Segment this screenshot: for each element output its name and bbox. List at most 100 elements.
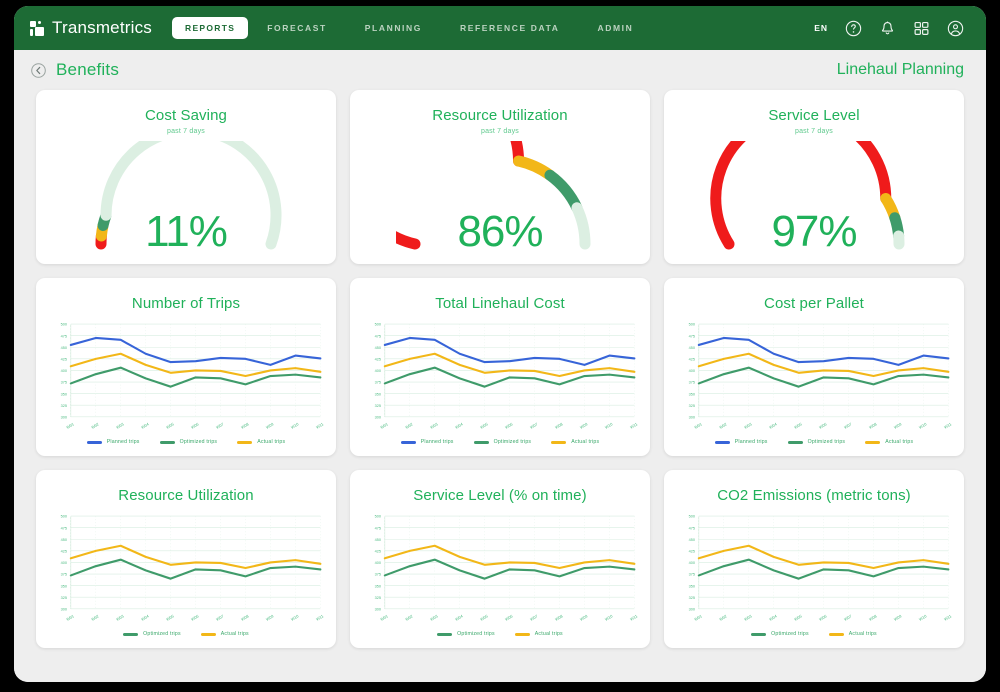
- user-account-icon[interactable]: [947, 20, 964, 37]
- legend-item[interactable]: Optimized trips: [159, 439, 218, 445]
- y-axis-tick: 450: [689, 537, 696, 542]
- x-axis-tick: W02: [404, 613, 413, 622]
- y-axis-tick: 475: [375, 333, 382, 338]
- x-axis-tick: W09: [579, 421, 588, 430]
- x-axis-tick: W06: [818, 421, 828, 430]
- nav-link-planning[interactable]: PLANNING: [346, 17, 441, 39]
- gauge-card: Service Level past 7 days 97%: [664, 90, 964, 264]
- legend-label: Optimized trips: [179, 439, 218, 445]
- legend-item[interactable]: Optimized trips: [123, 631, 181, 637]
- y-axis-tick: 425: [61, 548, 68, 553]
- legend-item[interactable]: Optimized trips: [437, 631, 495, 637]
- legend-swatch: [551, 440, 567, 444]
- gauge: 97%: [710, 141, 918, 256]
- nav-link-forecast[interactable]: FORECAST: [248, 17, 346, 39]
- x-axis-tick: W01: [693, 613, 702, 622]
- page-header: Benefits Linehaul Planning: [14, 50, 986, 90]
- legend-label: Planned trips: [734, 439, 768, 445]
- legend-swatch: [865, 440, 881, 444]
- x-axis-tick: W03: [115, 421, 125, 430]
- legend-item[interactable]: Actual trips: [828, 631, 877, 637]
- legend-item[interactable]: Actual trips: [200, 631, 249, 637]
- y-axis-tick: 375: [375, 380, 382, 385]
- nav-link-admin[interactable]: ADMIN: [579, 17, 653, 39]
- x-axis-tick: W02: [718, 613, 727, 622]
- card-subtitle: past 7 days: [481, 128, 519, 135]
- apps-grid-icon[interactable]: [913, 20, 930, 37]
- legend-item[interactable]: Optimized trips: [751, 631, 809, 637]
- legend-item[interactable]: Actual trips: [237, 439, 285, 445]
- line-chart: 300 325 350 375 400 425 450 475 500 W01 W02 W03 W04 W…: [664, 504, 964, 629]
- x-axis-tick: W04: [768, 613, 778, 622]
- legend-item[interactable]: Planned trips: [86, 439, 140, 445]
- legend-label: Optimized trips: [143, 631, 181, 637]
- y-axis-tick: 300: [61, 414, 68, 419]
- legend-item[interactable]: Actual trips: [865, 439, 913, 445]
- y-axis-tick: 325: [61, 595, 68, 600]
- legend-item[interactable]: Actual trips: [514, 631, 563, 637]
- legend-item[interactable]: Optimized trips: [473, 439, 532, 445]
- legend-swatch: [751, 632, 767, 636]
- x-axis-tick: W11: [943, 421, 952, 429]
- y-axis-tick: 300: [689, 606, 696, 611]
- legend-label: Optimized trips: [771, 631, 809, 637]
- x-axis-tick: W10: [918, 421, 928, 430]
- x-axis-tick: W05: [793, 421, 803, 430]
- x-axis-tick: W07: [529, 613, 538, 622]
- x-axis-tick: W11: [629, 613, 638, 621]
- y-axis-tick: 450: [61, 537, 68, 542]
- page-context-label: Linehaul Planning: [836, 61, 964, 78]
- line-chart: 300 325 350 375 400 425 450 475 500 W01 W02 W03 W04 W…: [36, 312, 336, 437]
- x-axis-tick: W01: [65, 421, 74, 430]
- chart-card: CO2 Emissions (metric tons) 300 325 350 375 4…: [664, 470, 964, 648]
- y-axis-tick: 450: [375, 345, 382, 350]
- legend-item[interactable]: Planned trips: [714, 439, 768, 445]
- gauge: 86%: [396, 141, 604, 256]
- legend-item[interactable]: Actual trips: [551, 439, 599, 445]
- chart-card: Number of Trips 300 325 350 375 400 425 450 475 5…: [36, 278, 336, 456]
- notifications-bell-icon[interactable]: [879, 20, 896, 37]
- y-axis-tick: 325: [689, 403, 696, 408]
- legend-label: Optimized trips: [807, 439, 846, 445]
- x-axis-tick: W04: [454, 421, 464, 430]
- x-axis-tick: W06: [504, 421, 514, 430]
- y-axis-tick: 375: [375, 572, 382, 577]
- legend-item[interactable]: Optimized trips: [787, 439, 846, 445]
- x-axis-tick: W06: [818, 613, 828, 622]
- x-axis-tick: W09: [265, 421, 274, 430]
- line-chart: 300 325 350 375 400 425 450 475 500 W01 W02 W03 W04 W…: [36, 504, 336, 629]
- x-axis-tick: W11: [629, 421, 638, 429]
- legend-label: Planned trips: [420, 439, 454, 445]
- app-window: Transmetrics REPORTS FORECAST PLANNING REFE…: [14, 6, 986, 682]
- chart-legend: Optimized trips Actual trips: [350, 629, 650, 648]
- card-title: Service Level: [768, 107, 860, 124]
- legend-item[interactable]: Planned trips: [400, 439, 454, 445]
- x-axis-tick: W06: [190, 613, 200, 622]
- x-axis-tick: W04: [140, 613, 150, 622]
- y-axis-tick: 375: [689, 572, 696, 577]
- y-axis-tick: 475: [61, 525, 68, 530]
- y-axis-tick: 350: [689, 583, 696, 588]
- y-axis-tick: 450: [61, 345, 68, 350]
- gauge-value: 86%: [457, 207, 543, 256]
- y-axis-tick: 300: [689, 414, 696, 419]
- help-icon[interactable]: [845, 20, 862, 37]
- legend-swatch: [159, 440, 175, 444]
- line-chart: 300 325 350 375 400 425 450 475 500 W01 W02 W03 W04 W…: [350, 312, 650, 437]
- y-axis-tick: 400: [375, 368, 382, 373]
- nav-link-reports[interactable]: REPORTS: [172, 17, 249, 39]
- y-axis-tick: 300: [61, 606, 68, 611]
- chart-legend: Planned trips Optimized trips Actual trips: [350, 437, 650, 456]
- y-axis-tick: 400: [689, 368, 696, 373]
- card-title: CO2 Emissions (metric tons): [717, 487, 911, 504]
- language-selector[interactable]: EN: [814, 23, 828, 33]
- nav-link-reference-data[interactable]: REFERENCE DATA: [441, 17, 579, 39]
- legend-label: Actual trips: [848, 631, 877, 637]
- x-axis-tick: W09: [265, 613, 274, 622]
- y-axis-tick: 300: [375, 414, 382, 419]
- y-axis-tick: 475: [689, 333, 696, 338]
- back-chevron-circle-icon[interactable]: [30, 62, 47, 79]
- y-axis-tick: 350: [689, 391, 696, 396]
- brand[interactable]: Transmetrics: [30, 18, 152, 38]
- x-axis-tick: W11: [943, 613, 952, 621]
